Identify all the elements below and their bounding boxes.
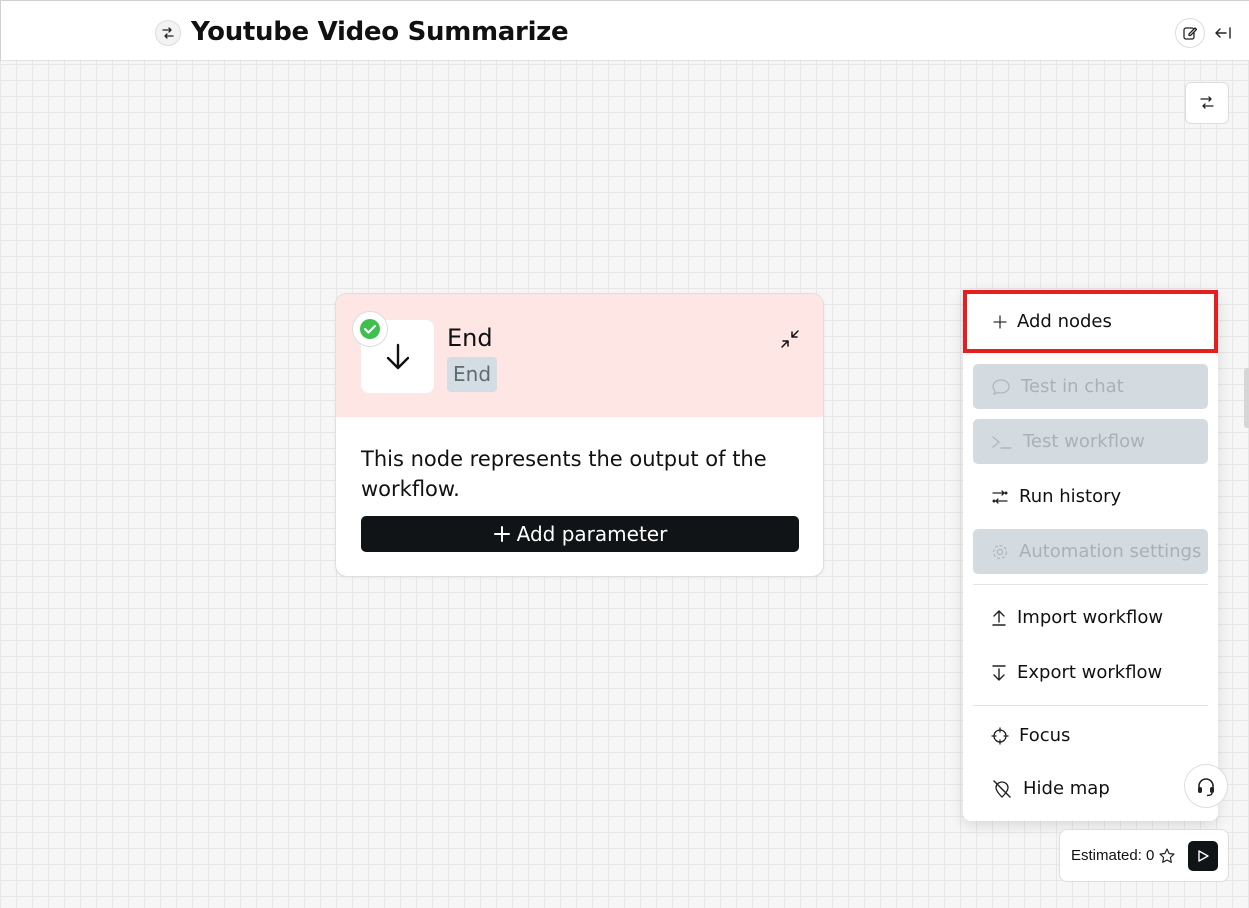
workflow-icon [155, 20, 181, 46]
menu-item-label: Automation settings [1019, 541, 1202, 562]
workflow-title: Youtube Video Summarize [191, 17, 569, 47]
menu-item-label: Test in chat [1021, 376, 1124, 397]
headset-icon [1198, 778, 1214, 797]
terminal-icon [992, 435, 1012, 449]
side-panel-handle[interactable] [1244, 368, 1249, 428]
menu-divider [973, 705, 1208, 706]
menu-item-label: Export workflow [1017, 662, 1163, 683]
add-parameter-button[interactable]: Add parameter [361, 516, 799, 552]
menu-item-focus[interactable]: Focus [973, 713, 1208, 758]
menu-divider [973, 584, 1208, 585]
gear-icon [992, 544, 1008, 559]
menu-item-label: Focus [1019, 725, 1071, 746]
estimate-bar: Estimated: 0 [1059, 829, 1229, 882]
estimated-label: Estimated: 0 [1071, 847, 1155, 864]
add-parameter-label: Add parameter [516, 522, 668, 546]
menu-item-label: Add nodes [1017, 311, 1112, 332]
menu-item-hide-map[interactable]: Hide map [973, 766, 1208, 811]
node-name: End [447, 324, 493, 352]
menu-item-automation-settings[interactable]: Automation settings [973, 529, 1208, 574]
menu-item-test-in-chat[interactable]: Test in chat [973, 364, 1208, 409]
play-icon [1198, 850, 1209, 862]
menu-item-label: Run history [1019, 486, 1122, 507]
menu-item-test-workflow[interactable]: Test workflow [973, 419, 1208, 464]
menu-item-run-history[interactable]: Run history [973, 474, 1208, 519]
node-description: This node represents the output of the w… [361, 447, 767, 501]
menu-item-export-workflow[interactable]: Export workflow [973, 650, 1208, 695]
menu-item-label: Import workflow [1017, 607, 1164, 628]
history-icon [992, 489, 1008, 504]
help-support-button[interactable] [1184, 764, 1228, 808]
menu-item-import-workflow[interactable]: Import workflow [973, 595, 1208, 640]
node-type-tag: End [447, 357, 498, 392]
menu-item-label: Test workflow [1023, 431, 1145, 452]
menu-item-label: Hide map [1023, 778, 1110, 799]
star-icon [1159, 847, 1175, 863]
chat-icon [992, 378, 1010, 395]
workflow-menu: Add nodes Test in chat Test workflow Run… [963, 290, 1218, 821]
crosshair-icon [991, 726, 1009, 745]
plus-icon [993, 314, 1007, 329]
workflow-settings-button[interactable] [1185, 82, 1229, 124]
end-node[interactable]: End End This node represents the output … [335, 293, 824, 577]
download-icon [992, 664, 1006, 681]
hide-map-icon [993, 779, 1011, 798]
top-bar: Youtube Video Summarize [0, 0, 1249, 61]
minimize-icon[interactable] [778, 327, 802, 351]
menu-item-add-nodes[interactable]: Add nodes [963, 290, 1218, 353]
collapse-panel-icon[interactable] [1211, 20, 1235, 46]
edit-icon[interactable] [1175, 18, 1205, 48]
upload-icon [992, 609, 1006, 626]
workflow-settings-icon [1200, 96, 1214, 109]
success-check-icon [352, 311, 388, 347]
run-button[interactable] [1188, 841, 1218, 871]
plus-icon [493, 526, 510, 542]
